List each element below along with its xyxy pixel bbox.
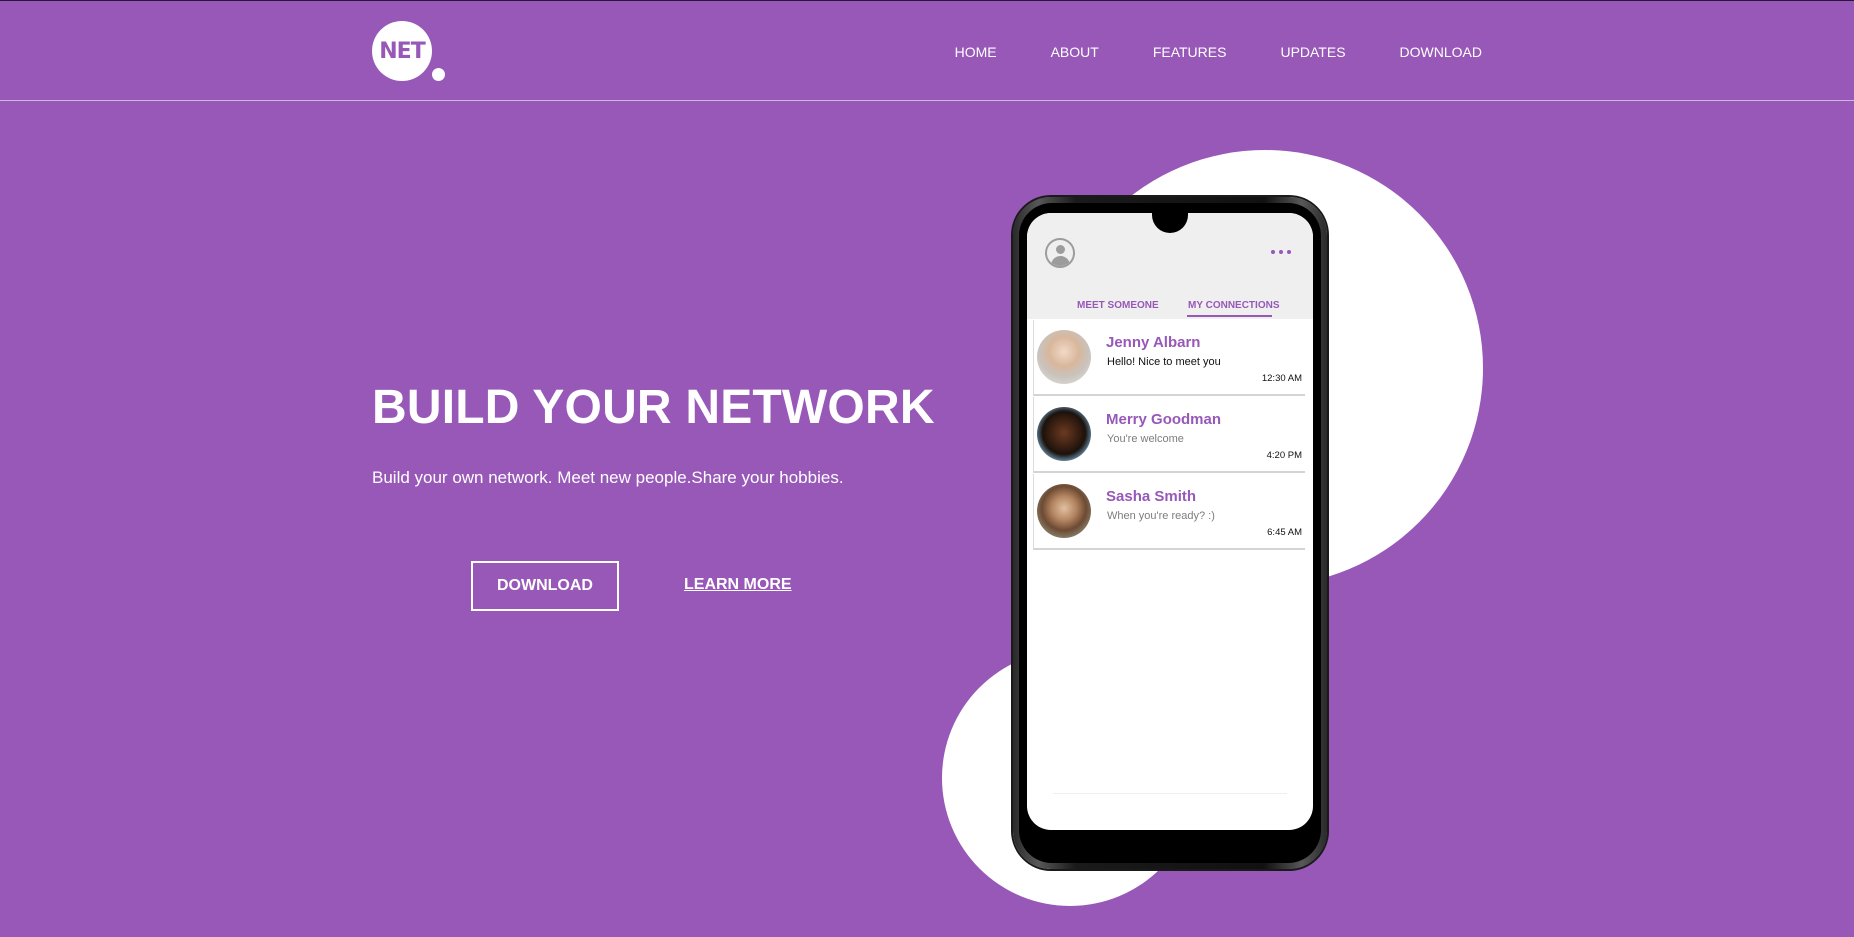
contact-name: Jenny Albarn <box>1106 334 1201 351</box>
home-indicator <box>1053 793 1287 794</box>
logo-text: NET <box>379 38 425 64</box>
main-nav: HOME ABOUT FEATURES UPDATES DOWNLOAD <box>955 42 1482 62</box>
message-time: 4:20 PM <box>1266 450 1302 461</box>
list-item[interactable]: Merry Goodman You're welcome 4:20 PM <box>1033 397 1305 473</box>
phone-mockup: MEET SOMEONE MY CONNECTIONS Jenny Albarn… <box>1013 197 1327 869</box>
list-item[interactable]: Jenny Albarn Hello! Nice to meet you 12:… <box>1033 320 1305 396</box>
list-item[interactable]: Sasha Smith When you're ready? :) 6:45 A… <box>1033 474 1305 550</box>
tab-my-connections[interactable]: MY CONNECTIONS <box>1188 300 1280 312</box>
last-message: When you're ready? :) <box>1107 510 1215 522</box>
download-button[interactable]: DOWNLOAD <box>471 561 619 611</box>
phone-screen: MEET SOMEONE MY CONNECTIONS Jenny Albarn… <box>1027 213 1313 830</box>
tab-meet-someone[interactable]: MEET SOMEONE <box>1077 300 1159 312</box>
profile-icon[interactable] <box>1045 238 1075 268</box>
active-tab-indicator <box>1187 315 1272 317</box>
profile-body <box>1051 256 1070 266</box>
learn-more-link[interactable]: LEARN MORE <box>684 576 792 594</box>
more-dots-icon[interactable] <box>1271 250 1291 254</box>
dot <box>1287 250 1291 254</box>
connections-list: Jenny Albarn Hello! Nice to meet you 12:… <box>1033 320 1305 551</box>
avatar <box>1037 484 1091 538</box>
last-message: Hello! Nice to meet you <box>1107 356 1221 368</box>
nav-download[interactable]: DOWNLOAD <box>1400 42 1482 62</box>
nav-about[interactable]: ABOUT <box>1051 42 1099 62</box>
nav-home[interactable]: HOME <box>955 42 997 62</box>
contact-name: Merry Goodman <box>1106 411 1222 428</box>
nav-features[interactable]: FEATURES <box>1153 42 1227 62</box>
avatar <box>1037 330 1091 384</box>
contact-name: Sasha Smith <box>1106 488 1197 505</box>
hero-title: BUILD YOUR NETWORK <box>372 381 935 434</box>
message-time: 6:45 AM <box>1267 527 1302 538</box>
nav-updates[interactable]: UPDATES <box>1280 42 1345 62</box>
net-logo[interactable]: NET <box>372 21 432 81</box>
logo-dot <box>432 68 445 81</box>
avatar <box>1037 407 1091 461</box>
dot <box>1271 250 1275 254</box>
message-time: 12:30 AM <box>1261 373 1302 384</box>
hero-subtitle: Build your own network. Meet new people.… <box>372 468 844 487</box>
dot <box>1279 250 1283 254</box>
last-message: You're welcome <box>1107 433 1184 445</box>
site-header: NET HOME ABOUT FEATURES UPDATES DOWNLOAD <box>0 0 1854 101</box>
profile-head <box>1056 245 1065 254</box>
